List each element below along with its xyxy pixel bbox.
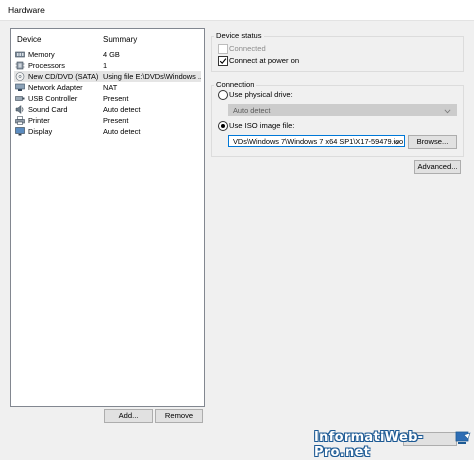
connect-at-power-on-label: Connect at power on <box>229 56 300 65</box>
device-row-cd-dvd[interactable]: New CD/DVD (SATA) Using file E:\DVDs\Win… <box>14 71 201 82</box>
device-name: Sound Card <box>28 105 68 114</box>
device-name: Processors <box>28 61 65 70</box>
device-row-display[interactable]: Display Auto detect <box>14 126 201 137</box>
chevron-down-icon <box>444 109 451 113</box>
device-summary: Auto detect <box>103 127 141 136</box>
usb-icon <box>15 96 25 101</box>
device-summary: 1 <box>103 61 108 70</box>
iso-path-dropdown[interactable]: VDs\Windows 7\Windows 7 x64 SP1\X17-5947… <box>228 135 405 147</box>
device-name: Network Adapter <box>28 83 83 92</box>
chevron-down-icon <box>393 140 400 144</box>
device-name: Memory <box>28 50 55 59</box>
physical-drive-value: Auto detect <box>233 106 271 115</box>
radio-dot-icon <box>221 124 225 128</box>
use-physical-drive-label: Use physical drive: <box>229 90 293 99</box>
sound-card-icon <box>15 105 24 114</box>
device-status-group <box>211 36 464 72</box>
printer-icon <box>15 116 25 125</box>
checkmark-icon <box>219 58 227 65</box>
display-icon <box>15 127 25 136</box>
connect-at-power-on-checkbox[interactable] <box>218 56 228 66</box>
device-summary: Present <box>103 94 129 103</box>
device-row-printer[interactable]: Printer Present <box>14 115 201 126</box>
iso-path-value: VDs\Windows 7\Windows 7 x64 SP1\X17-5947… <box>233 137 404 146</box>
device-summary: 4 GB <box>103 50 120 59</box>
window-title: Hardware <box>8 5 45 15</box>
device-row-processors[interactable]: Processors 1 <box>14 60 201 71</box>
device-name: Display <box>28 127 53 136</box>
device-name: Printer <box>28 116 50 125</box>
network-adapter-icon <box>15 83 25 91</box>
advanced-button[interactable]: Advanced... <box>414 160 461 174</box>
add-button[interactable]: Add... <box>104 409 153 423</box>
device-summary: Auto detect <box>103 105 141 114</box>
device-name: New CD/DVD (SATA) <box>28 72 99 81</box>
device-row-sound-card[interactable]: Sound Card Auto detect <box>14 104 201 115</box>
watermark-text: InformatiWeb-Pro.net <box>314 430 424 460</box>
memory-icon <box>15 51 25 58</box>
device-summary: Present <box>103 116 129 125</box>
column-header-device[interactable]: Device <box>17 35 41 44</box>
device-row-memory[interactable]: Memory 4 GB <box>14 49 201 60</box>
connected-checkbox[interactable] <box>218 44 228 54</box>
browse-button[interactable]: Browse... <box>408 135 457 149</box>
device-summary: NAT <box>103 83 118 92</box>
device-summary: Using file E:\DVDs\Windows ... <box>103 72 201 81</box>
device-row-usb-controller[interactable]: USB Controller Present <box>14 93 201 104</box>
device-row-network-adapter[interactable]: Network Adapter NAT <box>14 82 201 93</box>
use-physical-drive-radio[interactable] <box>218 90 228 100</box>
connection-title: Connection <box>214 80 257 89</box>
column-header-summary[interactable]: Summary <box>103 35 137 44</box>
processor-icon <box>15 61 25 70</box>
use-iso-image-label: Use ISO image file: <box>229 121 295 130</box>
title-bar: Hardware <box>0 0 474 21</box>
device-list: Device Summary Memory 4 GB Processors 1 … <box>10 28 205 407</box>
cd-dvd-icon <box>15 72 25 81</box>
connected-label: Connected <box>229 44 266 53</box>
physical-drive-dropdown[interactable]: Auto detect <box>228 104 457 116</box>
use-iso-image-radio[interactable] <box>218 121 228 131</box>
device-name: USB Controller <box>28 94 78 103</box>
device-status-title: Device status <box>214 31 264 40</box>
watermark-logo-icon <box>455 431 471 444</box>
remove-button[interactable]: Remove <box>155 409 203 423</box>
